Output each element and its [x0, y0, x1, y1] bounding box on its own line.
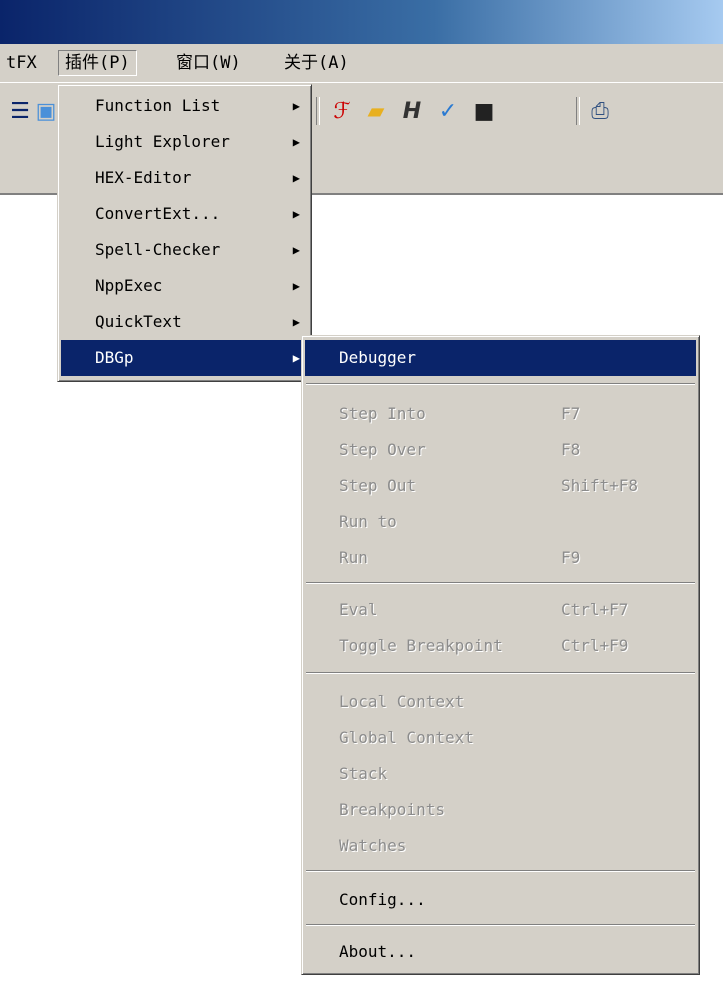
menu-item-tfx[interactable]: tFX	[0, 50, 43, 76]
dbgp-submenu: Debugger Step Into F7 Step Over F8 Step …	[301, 335, 700, 975]
menu-item-eval[interactable]: Eval Ctrl+F7	[305, 592, 696, 628]
format-icon[interactable]: ☰	[6, 97, 34, 125]
menu-item-quicktext[interactable]: QuickText ▶	[61, 304, 308, 340]
menu-item-spell-checker[interactable]: Spell-Checker ▶	[61, 232, 308, 268]
menu-separator	[306, 383, 695, 385]
menu-item-about[interactable]: 关于(A)	[278, 50, 355, 76]
menu-item-hex-editor[interactable]: HEX-Editor ▶	[61, 160, 308, 196]
menu-separator	[306, 672, 695, 674]
console-icon[interactable]: ■	[470, 97, 498, 125]
image-icon[interactable]: ▣	[32, 97, 60, 125]
menu-item-run[interactable]: Run F9	[305, 540, 696, 576]
menu-item-convertext[interactable]: ConvertExt... ▶	[61, 196, 308, 232]
menu-separator	[306, 582, 695, 584]
menu-item-plugins[interactable]: 插件(P)	[58, 50, 137, 76]
shortcut-label: Shift+F8	[561, 476, 639, 495]
shortcut-label: Ctrl+F7	[561, 600, 629, 619]
menu-item-step-out[interactable]: Step Out Shift+F8	[305, 468, 696, 504]
menu-item-about-dbgp[interactable]: About...	[305, 934, 696, 970]
submenu-arrow-icon: ▶	[292, 207, 300, 221]
menu-item-step-into[interactable]: Step Into F7	[305, 396, 696, 432]
menu-item-window[interactable]: 窗口(W)	[170, 50, 247, 76]
submenu-arrow-icon: ▶	[292, 135, 300, 149]
menu-item-stack[interactable]: Stack	[305, 756, 696, 792]
window-titlebar	[0, 0, 723, 44]
menu-item-function-list[interactable]: Function List ▶	[61, 88, 308, 124]
shortcut-label: F9	[561, 548, 581, 567]
menu-item-global-context[interactable]: Global Context	[305, 720, 696, 756]
spellcheck-abc-icon[interactable]: ✓	[434, 97, 462, 125]
toolbar-separator	[576, 97, 580, 125]
menu-item-watches[interactable]: Watches	[305, 828, 696, 864]
menu-item-run-to[interactable]: Run to	[305, 504, 696, 540]
menu-separator	[306, 870, 695, 872]
plugins-menu: Function List ▶ Light Explorer ▶ HEX-Edi…	[57, 84, 312, 382]
menu-bar: tFX 插件(P) 窗口(W) 关于(A)	[0, 44, 723, 83]
toolbar-separator	[316, 97, 320, 125]
menu-item-config[interactable]: Config...	[305, 882, 696, 918]
menu-item-breakpoints[interactable]: Breakpoints	[305, 792, 696, 828]
menu-item-step-over[interactable]: Step Over F8	[305, 432, 696, 468]
heading-h-icon[interactable]: H	[398, 97, 426, 125]
pdf-icon[interactable]: ℱ	[328, 97, 356, 125]
submenu-arrow-icon: ▶	[292, 171, 300, 185]
print-icon[interactable]: ⎙	[586, 97, 614, 125]
submenu-arrow-icon: ▶	[292, 351, 300, 365]
folder-icon[interactable]: ▰	[362, 97, 390, 125]
menu-item-nppexec[interactable]: NppExec ▶	[61, 268, 308, 304]
menu-item-toggle-breakpoint[interactable]: Toggle Breakpoint Ctrl+F9	[305, 628, 696, 664]
submenu-arrow-icon: ▶	[292, 243, 300, 257]
shortcut-label: F7	[561, 404, 581, 423]
menu-item-dbgp[interactable]: DBGp ▶	[61, 340, 308, 376]
submenu-arrow-icon: ▶	[292, 99, 300, 113]
shortcut-label: F8	[561, 440, 581, 459]
menu-item-light-explorer[interactable]: Light Explorer ▶	[61, 124, 308, 160]
submenu-arrow-icon: ▶	[292, 279, 300, 293]
menu-item-debugger[interactable]: Debugger	[305, 340, 696, 376]
shortcut-label: Ctrl+F9	[561, 636, 629, 655]
submenu-arrow-icon: ▶	[292, 315, 300, 329]
menu-separator	[306, 924, 695, 926]
menu-item-local-context[interactable]: Local Context	[305, 684, 696, 720]
